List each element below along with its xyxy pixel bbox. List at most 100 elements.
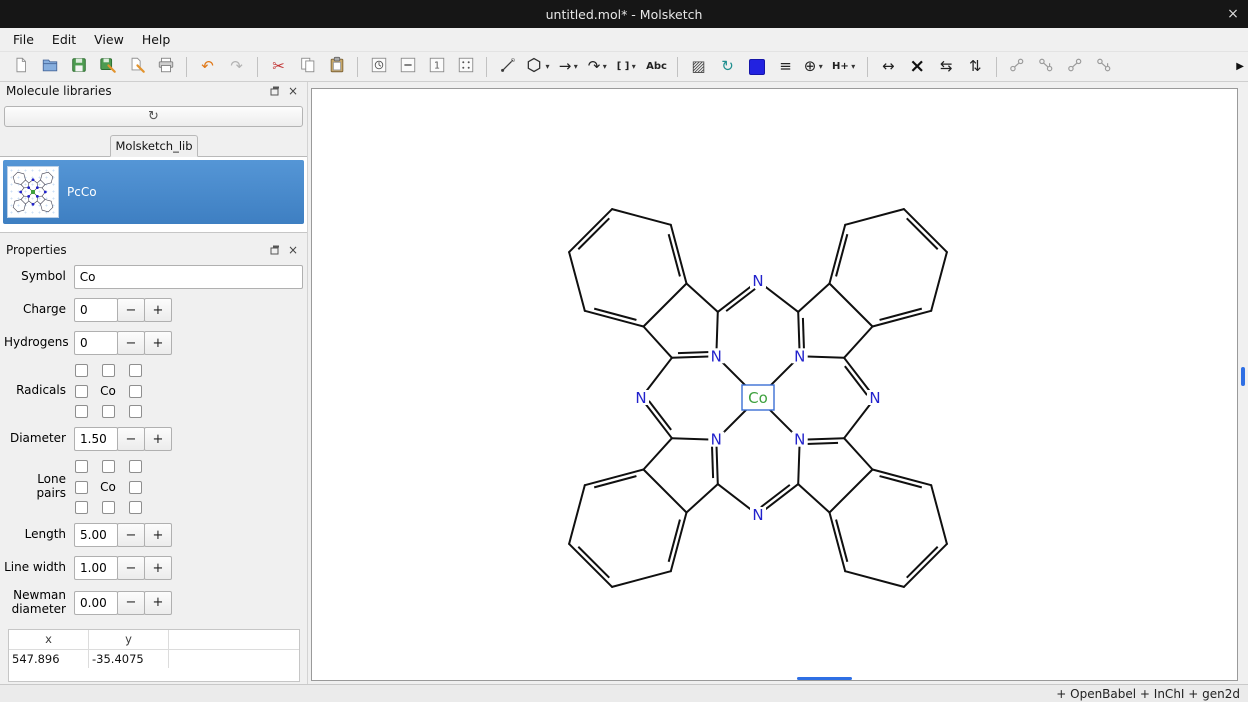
newman-diameter-decrement-button[interactable]: − [117, 591, 145, 615]
cut-button[interactable]: ✂ [266, 54, 291, 79]
properties-close-icon[interactable]: × [285, 243, 301, 257]
charge-decrement-button[interactable]: − [117, 298, 145, 322]
libraries-float-icon[interactable] [267, 84, 283, 98]
openbabel-tool-3-button[interactable] [1063, 54, 1088, 79]
mechanism-arrow-tool-button[interactable]: ↷▾ [586, 54, 611, 79]
tab-molsketch-lib[interactable]: Molsketch_lib [110, 135, 198, 157]
window-close-button[interactable]: × [1218, 0, 1248, 28]
hatch-tool-button[interactable]: ▨ [686, 54, 711, 79]
reaction-arrow-tool-dropdown-icon[interactable]: ▾ [571, 62, 580, 71]
draw-tool-button[interactable] [495, 54, 520, 79]
new-file-button[interactable] [8, 54, 33, 79]
radicals-checkbox-8[interactable] [129, 405, 142, 418]
bracket-tool-button[interactable]: [ ]▾ [615, 54, 640, 79]
lone-pairs-checkbox-8[interactable] [129, 501, 142, 514]
radicals-checkbox-1[interactable] [102, 364, 115, 377]
reaction-arrow-tool-button[interactable]: →▾ [557, 54, 582, 79]
radicals-checkbox-0[interactable] [75, 364, 88, 377]
radicals-checkbox-5[interactable] [129, 385, 142, 398]
lone-pairs-checkbox-3[interactable] [75, 481, 88, 494]
charge-increment-button[interactable]: + [144, 298, 172, 322]
library-refresh-button[interactable]: ↻ [4, 106, 303, 127]
radicals-checkbox-3[interactable] [75, 385, 88, 398]
radicals-checkbox-6[interactable] [75, 405, 88, 418]
coord-cell[interactable]: -35.4075 [89, 650, 169, 668]
hydrogens-decrement-button[interactable]: − [117, 331, 145, 355]
color-swatch-button[interactable] [744, 54, 769, 79]
diameter-increment-button[interactable]: + [144, 427, 172, 451]
paste-button[interactable] [324, 54, 349, 79]
undo-button[interactable]: ↶ [195, 54, 220, 79]
misc-tool-2-button[interactable] [395, 54, 420, 79]
export-button[interactable] [124, 54, 149, 79]
hydrogen-tool-dropdown-icon[interactable]: ▾ [849, 62, 858, 71]
symbol-input[interactable] [74, 265, 303, 289]
line-width-decrement-button[interactable]: − [117, 556, 145, 580]
mechanism-arrow-tool-dropdown-icon[interactable]: ▾ [600, 62, 609, 71]
diameter-decrement-button[interactable]: − [117, 427, 145, 451]
newman-diameter-input[interactable] [74, 591, 118, 615]
flip-vertical-tool-button[interactable]: ⇅ [963, 54, 988, 79]
menu-view[interactable]: View [85, 29, 133, 50]
text-tool-button[interactable]: Abc [644, 54, 669, 79]
radicals-checkbox-7[interactable] [102, 405, 115, 418]
libraries-close-icon[interactable]: × [285, 84, 301, 98]
length-decrement-button[interactable]: − [117, 523, 145, 547]
redo-button[interactable]: ↷ [224, 54, 249, 79]
refresh-icon: ↻ [148, 109, 159, 124]
flip-horizontal-tool-button[interactable]: ⇆ [934, 54, 959, 79]
newman-diameter-label: Newman diameter [4, 589, 66, 617]
lone-pairs-checkbox-6[interactable] [75, 501, 88, 514]
adjust-tool-button[interactable]: ↔ [876, 54, 901, 79]
menu-help[interactable]: Help [133, 29, 180, 50]
hydrogens-input[interactable] [74, 331, 118, 355]
coord-cell[interactable]: 547.896 [9, 650, 89, 668]
color-swatch-icon [749, 59, 765, 75]
hydrogens-increment-button[interactable]: + [144, 331, 172, 355]
properties-float-icon[interactable] [267, 243, 283, 257]
lone-pairs-checkbox-1[interactable] [102, 460, 115, 473]
misc-tool-4-button[interactable] [453, 54, 478, 79]
open-file-button[interactable] [37, 54, 62, 79]
line-width-input[interactable] [74, 556, 118, 580]
menu-edit[interactable]: Edit [43, 29, 85, 50]
rotate-tool-button[interactable]: ↻ [715, 54, 740, 79]
diameter-input[interactable] [74, 427, 118, 451]
text-tool-icon: Abc [646, 62, 667, 72]
lone-pairs-checkbox-7[interactable] [102, 501, 115, 514]
charge-tool-button[interactable]: ⊕▾ [802, 54, 827, 79]
openbabel-tool-2-button[interactable] [1034, 54, 1059, 79]
new-file-icon [12, 56, 30, 77]
openbabel-tool-4-button[interactable] [1092, 54, 1117, 79]
print-button[interactable] [153, 54, 178, 79]
copy-button[interactable] [295, 54, 320, 79]
hydrogen-tool-button[interactable]: H+▾ [831, 54, 859, 79]
lone-pairs-checkbox-2[interactable] [129, 460, 142, 473]
newman-diameter-increment-button[interactable]: + [144, 591, 172, 615]
menu-file[interactable]: File [4, 29, 43, 50]
line-width-tool-button[interactable]: ≡ [773, 54, 798, 79]
lone-pairs-checkbox-5[interactable] [129, 481, 142, 494]
toolbar-overflow-arrow[interactable]: ▶ [1236, 61, 1244, 72]
lone-pairs-checkbox-0[interactable] [75, 460, 88, 473]
bracket-tool-dropdown-icon[interactable]: ▾ [629, 62, 638, 71]
charge-input[interactable] [74, 298, 118, 322]
ring-tool-button[interactable]: ▾ [524, 54, 553, 79]
openbabel-tool-1-button[interactable] [1005, 54, 1030, 79]
misc-tool-1-button[interactable] [366, 54, 391, 79]
length-increment-button[interactable]: + [144, 523, 172, 547]
radicals-checkbox-2[interactable] [129, 364, 142, 377]
save-file-button[interactable] [66, 54, 91, 79]
length-input[interactable] [74, 523, 118, 547]
misc-tool-3-button[interactable]: 1 [424, 54, 449, 79]
save-as-button[interactable] [95, 54, 120, 79]
library-item-pcco[interactable]: PcCo [3, 160, 304, 224]
delete-tool-button[interactable]: × [905, 54, 930, 79]
ring-tool-dropdown-icon[interactable]: ▾ [543, 62, 552, 71]
drawing-canvas[interactable]: CoNNNNNNNN [311, 88, 1238, 681]
left-dock: Molecule libraries × ↻ Molsketch_lib PcC… [0, 82, 308, 684]
line-width-increment-button[interactable]: + [144, 556, 172, 580]
horizontal-scroll-indicator[interactable] [797, 677, 852, 680]
charge-tool-dropdown-icon[interactable]: ▾ [816, 62, 825, 71]
vertical-scroll-indicator[interactable] [1241, 367, 1245, 386]
